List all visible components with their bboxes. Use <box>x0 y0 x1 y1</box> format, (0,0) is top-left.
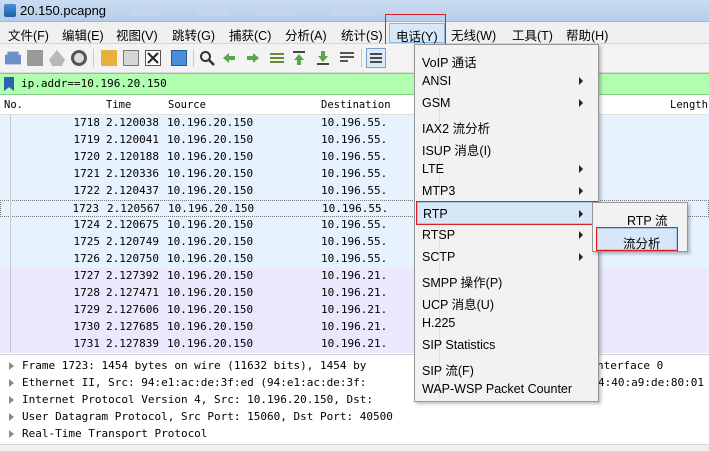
menu-help[interactable]: 帮助(H) <box>564 25 610 44</box>
submenu-arrow-icon <box>579 253 583 261</box>
submenu-arrow-icon <box>579 187 583 195</box>
menu-capture[interactable]: 捕获(C) <box>227 25 273 44</box>
packet-row[interactable]: 1720 2.120188 10.196.20.150 10.196.55. <box>0 149 709 166</box>
expand-arrow-icon[interactable] <box>9 379 14 387</box>
packet-row[interactable]: 1718 2.120038 10.196.20.150 10.196.55. <box>0 115 709 132</box>
find-packet-icon[interactable] <box>199 50 215 66</box>
menu-item-ucp-messages[interactable]: UCP 消息(U) <box>417 290 597 312</box>
menu-item-rtp[interactable]: RTP <box>416 201 598 225</box>
expand-arrow-icon[interactable] <box>9 362 14 370</box>
go-to-packet-icon[interactable] <box>269 50 285 66</box>
capture-options-icon[interactable] <box>71 50 87 66</box>
menu-edit[interactable]: 编辑(E) <box>60 25 106 44</box>
submenu-arrow-icon <box>579 77 583 85</box>
save-file-icon[interactable] <box>123 50 139 66</box>
menu-go[interactable]: 跳转(G) <box>170 25 217 44</box>
submenu-arrow-icon <box>579 165 583 173</box>
menu-statistics[interactable]: 统计(S) <box>339 25 385 44</box>
submenu-arrow-icon <box>579 231 583 239</box>
menu-tools[interactable]: 工具(T) <box>510 25 555 44</box>
reload-file-icon[interactable] <box>171 50 187 66</box>
start-capture-icon[interactable] <box>5 51 21 65</box>
menu-item-sctp[interactable]: SCTP <box>417 246 597 268</box>
expand-arrow-icon[interactable] <box>9 396 14 404</box>
packet-row[interactable]: 1731 2.127839 10.196.20.150 10.196.21. <box>0 336 709 353</box>
packet-row[interactable]: 1726 2.120750 10.196.20.150 10.196.55. <box>0 251 709 268</box>
packet-row[interactable]: 1729 2.127606 10.196.20.150 10.196.21. <box>0 302 709 319</box>
display-filter-bar[interactable]: ip.addr==10.196.20.150 <box>0 73 709 95</box>
bookmark-icon[interactable] <box>4 77 14 91</box>
menu-analyze[interactable]: 分析(A) <box>283 25 329 44</box>
close-file-icon[interactable] <box>145 50 161 66</box>
display-filter-input[interactable]: ip.addr==10.196.20.150 <box>21 77 167 90</box>
expand-arrow-icon[interactable] <box>9 413 14 421</box>
menu-item-stream-analysis[interactable]: 流分析 <box>596 227 678 251</box>
menu-item-wap-wsp-packet-counter[interactable]: WAP-WSP Packet Counter <box>417 378 597 400</box>
submenu-arrow-icon <box>579 210 583 218</box>
col-destination[interactable]: Destination <box>321 99 391 111</box>
detail-frame[interactable]: Frame 1723: 1454 bytes on wire (11632 bi… <box>0 358 709 375</box>
go-forward-icon[interactable] <box>245 50 261 66</box>
col-source[interactable]: Source <box>168 99 206 111</box>
packet-list-header: No. Time Source Destination Length <box>0 97 709 115</box>
menu-file[interactable]: 文件(F) <box>6 25 51 44</box>
detail-udp[interactable]: User Datagram Protocol, Src Port: 15060,… <box>0 409 709 426</box>
detail-rtp[interactable]: Real-Time Transport Protocol <box>0 426 709 443</box>
packet-row[interactable]: 1728 2.127471 10.196.20.150 10.196.21. <box>0 285 709 302</box>
last-packet-icon[interactable] <box>315 50 331 66</box>
go-back-icon[interactable] <box>221 50 237 66</box>
menu-item-gsm[interactable]: GSM <box>417 92 597 114</box>
stop-capture-icon[interactable] <box>27 50 43 66</box>
colorize-list-icon[interactable] <box>366 48 386 68</box>
col-time[interactable]: Time <box>106 99 131 111</box>
menu-item-rtp-streams[interactable]: RTP 流 <box>595 206 686 228</box>
packet-row[interactable]: 1722 2.120437 10.196.20.150 10.196.55. <box>0 183 709 200</box>
first-packet-icon[interactable] <box>291 50 307 66</box>
menu-item-voip-calls[interactable]: VoIP 通话 <box>417 48 597 70</box>
packet-row[interactable]: 1730 2.127685 10.196.20.150 10.196.21. <box>0 319 709 336</box>
menu-item-lte[interactable]: LTE <box>417 158 597 180</box>
menu-wireless[interactable]: 无线(W) <box>449 25 498 44</box>
submenu-arrow-icon <box>579 99 583 107</box>
title-bar: 20.150.pcapng <box>0 0 709 22</box>
menu-item-ansi[interactable]: ANSI <box>417 70 597 92</box>
expand-arrow-icon[interactable] <box>9 430 14 438</box>
detail-ipv4[interactable]: Internet Protocol Version 4, Src: 10.196… <box>0 392 709 409</box>
packet-details-pane: Frame 1723: 1454 bytes on wire (11632 bi… <box>0 354 709 444</box>
menu-item-rtsp[interactable]: RTSP <box>417 224 597 246</box>
window-title: 20.150.pcapng <box>20 3 107 18</box>
telephony-dropdown-menu: VoIP 通话 ANSI GSM IAX2 流分析 ISUP 消息(I) LTE… <box>414 44 599 402</box>
detail-ethernet[interactable]: Ethernet II, Src: 94:e1:ac:de:3f:ed (94:… <box>0 375 709 392</box>
menu-item-mtp3[interactable]: MTP3 <box>417 180 597 202</box>
restart-capture-icon[interactable] <box>49 50 65 66</box>
menu-view[interactable]: 视图(V) <box>114 25 160 44</box>
menu-item-iax2-stream-analysis[interactable]: IAX2 流分析 <box>417 114 597 136</box>
status-bar <box>0 444 709 451</box>
col-no[interactable]: No. <box>4 99 23 111</box>
packet-row[interactable]: 1727 2.127392 10.196.20.150 10.196.21. <box>0 268 709 285</box>
menu-item-smpp-operations[interactable]: SMPP 操作(P) <box>417 268 597 290</box>
auto-scroll-icon[interactable] <box>339 50 355 66</box>
wireshark-app-icon <box>4 4 16 17</box>
rtp-submenu: RTP 流 流分析 <box>592 202 688 252</box>
col-length[interactable]: Length <box>670 99 708 111</box>
packet-row[interactable]: 1719 2.120041 10.196.20.150 10.196.55. <box>0 132 709 149</box>
open-file-icon[interactable] <box>101 50 117 66</box>
menu-bar: 文件(F) 编辑(E) 视图(V) 跳转(G) 捕获(C) 分析(A) 统计(S… <box>0 22 709 44</box>
packet-row[interactable]: 1721 2.120336 10.196.20.150 10.196.55. <box>0 166 709 183</box>
menu-item-sip-statistics[interactable]: SIP Statistics <box>417 334 597 356</box>
menu-item-h225[interactable]: H.225 <box>417 312 597 334</box>
menu-item-isup-messages[interactable]: ISUP 消息(I) <box>417 136 597 158</box>
main-toolbar <box>0 44 709 73</box>
menu-item-sip-flows[interactable]: SIP 流(F) <box>417 356 597 378</box>
